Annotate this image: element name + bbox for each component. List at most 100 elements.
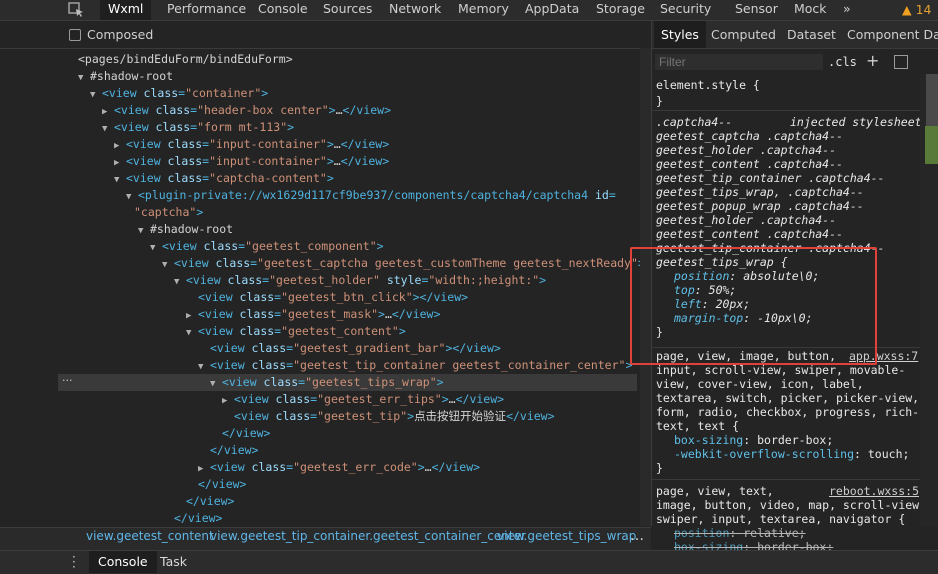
tree-node[interactable]: </view> xyxy=(210,442,258,459)
tree-node[interactable]: ▶ <view class="geetest_err_tips">…</view> xyxy=(222,391,504,408)
tree-token: class xyxy=(251,341,287,355)
top-tab-appdata[interactable]: AppData xyxy=(525,0,579,20)
tree-token: > xyxy=(441,392,449,406)
tree-node[interactable]: ▼ #shadow-root xyxy=(78,68,173,85)
rule2-property-token: touch; xyxy=(867,447,910,461)
tree-token: > xyxy=(326,171,334,185)
tree-token: <view xyxy=(234,409,276,423)
expand-arrow-icon[interactable]: ▼ xyxy=(210,376,222,393)
breadcrumb-item[interactable]: view.geetest_tip_container.geetest_conta… xyxy=(210,529,526,543)
tree-token: <view xyxy=(126,154,168,168)
expand-arrow-icon[interactable]: ▼ xyxy=(90,87,102,104)
breadcrumb-item[interactable]: view.geetest_tips_wrap xyxy=(497,529,636,543)
cls-toggle-button[interactable]: .cls xyxy=(828,55,857,69)
warning-count[interactable]: ▲ 14 xyxy=(902,2,932,17)
rule1-source-token: injected stylesheet xyxy=(790,115,922,129)
tree-node[interactable]: <pages/bindEduForm/bindEduForm> xyxy=(78,51,293,68)
top-tab-memory[interactable]: Memory xyxy=(458,0,509,20)
drawer-tab-task[interactable]: Task xyxy=(160,551,187,573)
tree-node[interactable]: </view> xyxy=(186,493,234,510)
top-tab-console[interactable]: Console xyxy=(258,0,308,20)
tree-node[interactable]: <view class="geetest_gradient_bar"></vie… xyxy=(210,340,501,357)
tree-node[interactable]: ▼ <view class="form mt-113"> xyxy=(102,119,294,136)
rule3-selector: image, button, video, map, scroll-view, xyxy=(656,498,926,512)
expand-arrow-icon[interactable]: ▼ xyxy=(150,240,162,257)
composed-checkbox[interactable] xyxy=(69,29,81,41)
tree-node[interactable]: ▼ <view class="container"> xyxy=(90,85,268,102)
rule3-selector-token: page, view, text, xyxy=(656,484,774,498)
tree-node[interactable]: ▼ <plugin-private://wx1629d117cf9be937/co… xyxy=(126,187,616,204)
more-tabs-chevron-icon[interactable]: » xyxy=(843,0,851,20)
tree-token: <view xyxy=(210,358,252,372)
expand-arrow-icon[interactable]: ▼ xyxy=(162,257,174,274)
tree-token: </view> xyxy=(222,426,271,440)
top-tab-sensor[interactable]: Sensor xyxy=(735,0,778,20)
tab-computed[interactable]: Computed xyxy=(711,21,776,48)
tree-node[interactable]: ▼ <view class="captcha-content"> xyxy=(114,170,334,187)
breadcrumb-item[interactable]: view.geetest_content xyxy=(86,529,214,543)
drawer-menu-icon[interactable]: · · · xyxy=(72,551,76,573)
top-tab-sources[interactable]: Sources xyxy=(323,0,372,20)
expand-arrow-icon[interactable]: ▼ xyxy=(174,274,186,291)
collapse-arrow-icon[interactable]: ▶ xyxy=(222,393,234,410)
rule2-property[interactable]: -webkit-overflow-scrolling: touch; xyxy=(674,447,909,461)
expand-arrow-icon[interactable]: ▼ xyxy=(78,70,90,87)
tree-token: <view xyxy=(198,324,240,338)
tree-node[interactable]: ▶ <view class="geetest_err_code">…</view> xyxy=(198,459,480,476)
tree-node[interactable]: ▼ <view class="geetest_content"> xyxy=(186,323,406,340)
tree-node[interactable]: ▼ #shadow-root xyxy=(138,221,233,238)
tree-token: … xyxy=(335,103,343,117)
tree-node[interactable]: ▼ <view class="geetest_captcha geetest_cu… xyxy=(162,255,645,272)
tree-node[interactable]: ▼ <view class="geetest_component"> xyxy=(150,238,384,255)
top-tab-network[interactable]: Network xyxy=(389,0,441,20)
rule3-source[interactable]: reboot.wxss:5 xyxy=(829,484,919,498)
tree-token: </view> xyxy=(431,460,481,474)
tree-token: > xyxy=(417,460,425,474)
tree-token: class xyxy=(167,137,203,151)
tree-node[interactable]: </view> xyxy=(174,510,222,527)
node-more-dots[interactable]: ··· xyxy=(62,374,73,387)
drawer-tab-console[interactable]: Console xyxy=(89,551,157,573)
tree-node[interactable]: "captcha"> xyxy=(134,204,203,221)
tree-node[interactable]: ▶ <view class="input-container">…</view> xyxy=(114,136,389,153)
rule3-property-overridden-token: relative; xyxy=(743,526,806,540)
tab-styles[interactable]: Styles xyxy=(654,21,706,48)
top-tab-storage[interactable]: Storage xyxy=(596,0,645,20)
tree-node[interactable]: <view class="geetest_tip">点击按钮开始验证</view… xyxy=(234,408,555,425)
styles-filter-input[interactable] xyxy=(655,54,823,70)
rule1-selector-token: .captcha4-- xyxy=(656,115,733,129)
tree-node[interactable]: </view> xyxy=(222,425,270,442)
top-tab-wxml[interactable]: Wxml xyxy=(100,0,152,20)
toggle-sidebar-icon[interactable] xyxy=(894,55,908,69)
tree-node[interactable]: ▶ <view class="header-box center">…</view… xyxy=(102,102,391,119)
breadcrumb-more-button[interactable]: … xyxy=(630,528,644,544)
tab-component-data[interactable]: Component Data xyxy=(847,21,938,48)
tree-token: <view xyxy=(198,290,240,304)
rule3-property-overridden[interactable]: position: relative; xyxy=(674,526,806,540)
tab-dataset[interactable]: Dataset xyxy=(787,21,836,48)
rule2-property[interactable]: box-sizing: border-box; xyxy=(674,433,833,447)
top-tab-performance[interactable]: Performance xyxy=(167,0,246,20)
tree-token: > xyxy=(328,103,336,117)
rule3-source-token: reboot.wxss:5 xyxy=(829,484,920,498)
tree-node[interactable]: ▼ <view class="geetest_holder" style="wid… xyxy=(174,272,546,289)
top-tab-security[interactable]: Security xyxy=(660,0,711,20)
expand-arrow-icon[interactable]: ▼ xyxy=(186,325,198,342)
tree-token: > xyxy=(539,273,547,287)
tree-node[interactable]: </view> xyxy=(198,476,246,493)
expand-arrow-icon[interactable]: ▼ xyxy=(138,223,150,240)
top-tab-mock[interactable]: Mock xyxy=(794,0,827,20)
tree-node[interactable]: ▼ <view class="geetest_tip_container geet… xyxy=(198,357,632,374)
rule1-source[interactable]: injected stylesheet xyxy=(790,115,922,129)
tree-token: "geetest_err_tips" xyxy=(317,392,442,406)
tree-node[interactable]: ▶ <view class="geetest_mask">…</view> xyxy=(186,306,440,323)
new-style-rule-button[interactable]: + xyxy=(866,51,879,70)
warning-count-label: 14 xyxy=(915,2,932,17)
inspect-element-icon[interactable] xyxy=(68,2,84,17)
expand-arrow-icon[interactable]: ▼ xyxy=(102,121,114,138)
expand-arrow-icon[interactable]: ▼ xyxy=(198,359,210,376)
tree-node[interactable]: ▼ <view class="geetest_tips_wrap"> xyxy=(210,374,444,391)
tree-node[interactable]: ▶ <view class="input-container">…</view> xyxy=(114,153,389,170)
tree-node[interactable]: <view class="geetest_btn_click"></view> xyxy=(198,289,468,306)
expand-arrow-icon[interactable]: ▼ xyxy=(114,172,126,189)
